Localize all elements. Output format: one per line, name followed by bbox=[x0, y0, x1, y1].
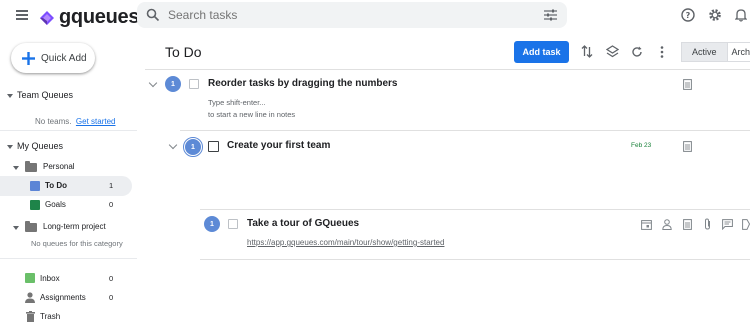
sidebar-divider bbox=[0, 130, 137, 131]
get-started-link[interactable]: Get started bbox=[76, 117, 116, 126]
main-menu-button[interactable] bbox=[16, 10, 28, 20]
task-2-checkbox[interactable] bbox=[208, 141, 219, 152]
trash-icon bbox=[26, 311, 35, 322]
todo-queue-color-icon bbox=[30, 181, 40, 191]
task-2-expand-chevron[interactable] bbox=[168, 140, 178, 150]
team-queues-empty: No teams. Get started bbox=[35, 111, 116, 129]
task-2-drag-number[interactable]: 1 bbox=[183, 137, 203, 157]
personal-folder-icon bbox=[25, 161, 37, 172]
assignments-person-icon bbox=[25, 292, 35, 303]
task-3-checkbox[interactable] bbox=[228, 219, 238, 229]
task-1-title[interactable]: Reorder tasks by dragging the numbers bbox=[208, 78, 398, 89]
inbox-count: 0 bbox=[109, 274, 114, 283]
task-3-drag-number[interactable]: 1 bbox=[204, 216, 220, 232]
search-icon bbox=[146, 8, 160, 22]
header-divider bbox=[145, 69, 750, 70]
quick-add-label: Quick Add bbox=[41, 52, 87, 64]
task-1-expand-chevron[interactable] bbox=[148, 78, 158, 88]
task-3-comment-icon[interactable] bbox=[722, 219, 733, 230]
task-3-attachment-icon[interactable] bbox=[704, 218, 711, 230]
task-2-title[interactable]: Create your first team bbox=[227, 140, 330, 151]
task-3-notes-link[interactable]: https://app.gqueues.com/main/tour/show/g… bbox=[247, 238, 444, 247]
task-1-notes-icon[interactable] bbox=[683, 79, 692, 90]
sidebar-divider-bottom bbox=[0, 258, 137, 259]
task-3-calendar-icon[interactable] bbox=[641, 219, 652, 230]
task-2-notes-icon[interactable] bbox=[683, 141, 692, 152]
task-1-drag-number[interactable]: 1 bbox=[165, 76, 181, 92]
task-1-divider bbox=[180, 130, 750, 131]
task-2-number-badge: 1 bbox=[185, 139, 201, 155]
refresh-icon[interactable] bbox=[631, 46, 643, 58]
inbox-color-icon bbox=[25, 273, 35, 283]
task-1-checkbox[interactable] bbox=[189, 79, 199, 89]
team-queues-heading[interactable]: Team Queues bbox=[17, 90, 73, 100]
goals-queue-count: 0 bbox=[109, 200, 114, 209]
gqueues-logo-icon bbox=[40, 10, 54, 25]
sidebar-item-trash[interactable]: Trash bbox=[40, 312, 60, 321]
layers-icon[interactable] bbox=[606, 45, 619, 58]
sidebar-item-inbox[interactable]: Inbox bbox=[40, 274, 60, 283]
todo-queue-label: To Do bbox=[45, 181, 68, 190]
task-1-note-line2: to start a new line in notes bbox=[208, 110, 296, 119]
task-3-assign-person-icon[interactable] bbox=[662, 219, 672, 230]
task-2-divider bbox=[200, 209, 750, 210]
view-toggle: Active Arch bbox=[681, 42, 750, 62]
plus-icon bbox=[22, 51, 35, 65]
task-3-notes-icon[interactable] bbox=[683, 219, 692, 230]
more-options-icon[interactable] bbox=[660, 46, 664, 58]
no-teams-text: No teams. bbox=[35, 117, 72, 126]
task-2-due-date[interactable]: Feb 23 bbox=[631, 142, 651, 149]
long-term-folder-icon bbox=[25, 221, 37, 232]
help-icon[interactable]: ? bbox=[681, 8, 695, 22]
team-queues-collapse-caret[interactable] bbox=[7, 94, 13, 98]
sort-icon[interactable] bbox=[581, 45, 593, 58]
goals-queue-color-icon bbox=[30, 200, 40, 210]
add-task-button[interactable]: Add task bbox=[514, 41, 569, 63]
assignments-count: 0 bbox=[109, 293, 114, 302]
search-input[interactable] bbox=[168, 8, 468, 22]
filter-options-icon[interactable] bbox=[544, 9, 557, 21]
app-logo[interactable]: gqueues bbox=[38, 6, 139, 29]
task-1-note-line1: Type shift-enter... bbox=[208, 98, 266, 107]
my-queues-collapse-caret[interactable] bbox=[7, 145, 13, 149]
tab-archive[interactable]: Arch bbox=[726, 43, 750, 61]
sidebar-item-personal[interactable]: Personal bbox=[43, 162, 75, 171]
svg-text:?: ? bbox=[686, 11, 691, 20]
task-3-title[interactable]: Take a tour of GQueues bbox=[247, 218, 359, 229]
sidebar-item-long-term[interactable]: Long-term project bbox=[43, 222, 106, 231]
page-title: To Do bbox=[165, 44, 202, 60]
sidebar-item-goals[interactable]: Goals bbox=[45, 200, 66, 209]
long-term-empty-text: No queues for this category bbox=[31, 239, 123, 248]
notifications-bell-icon[interactable] bbox=[735, 8, 747, 22]
tab-active[interactable]: Active bbox=[682, 43, 727, 61]
my-queues-heading[interactable]: My Queues bbox=[17, 141, 63, 151]
long-term-collapse-caret[interactable] bbox=[13, 226, 19, 230]
quick-add-button[interactable]: Quick Add bbox=[11, 43, 95, 73]
todo-queue-count: 1 bbox=[109, 181, 114, 190]
personal-collapse-caret[interactable] bbox=[13, 166, 19, 170]
task-3-divider bbox=[200, 259, 750, 260]
logo-text: gqueues bbox=[59, 6, 140, 28]
search-bar[interactable] bbox=[137, 2, 567, 28]
task-3-tag-icon[interactable] bbox=[742, 219, 750, 230]
sidebar-item-assignments[interactable]: Assignments bbox=[40, 293, 86, 302]
settings-gear-icon[interactable] bbox=[708, 8, 722, 22]
